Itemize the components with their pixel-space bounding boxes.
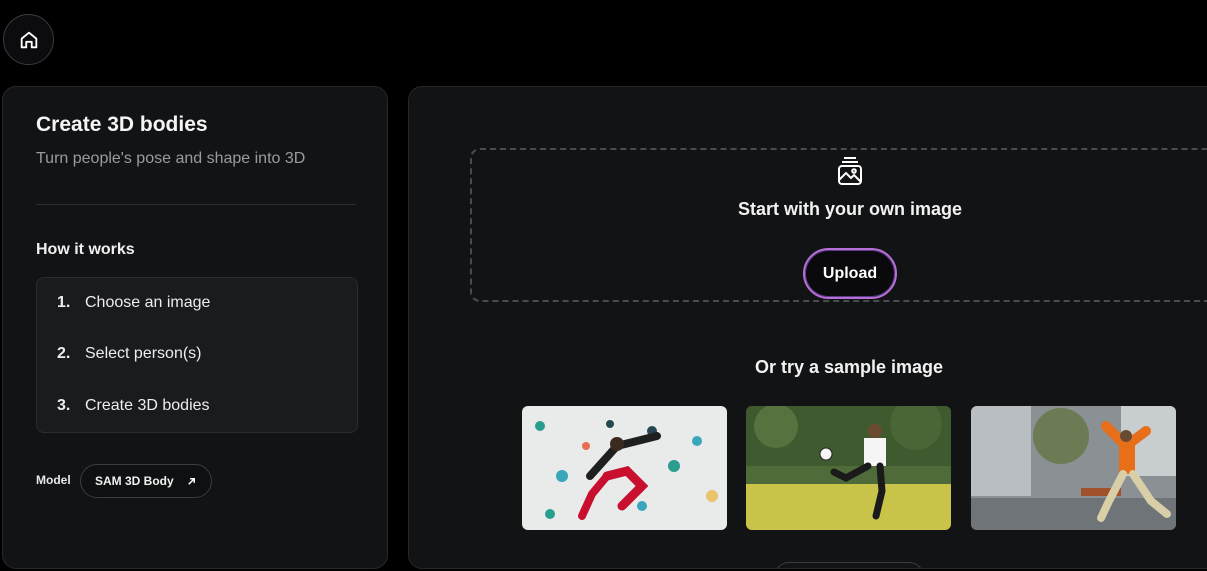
step-number: 3. (57, 397, 71, 414)
sample-heading: Or try a sample image (754, 357, 944, 377)
step-item: 2. Select person(s) (57, 345, 202, 363)
step-label: Select person(s) (85, 345, 202, 362)
image-dropzone[interactable]: Start with your own image Upload (470, 148, 1207, 302)
model-label: Model (36, 473, 71, 487)
panel-subtitle: Turn people's pose and shape into 3D (36, 150, 306, 167)
arrow-up-right-icon (187, 477, 195, 485)
step-number: 1. (57, 294, 71, 311)
image-icon (838, 157, 862, 185)
home-button[interactable] (3, 14, 54, 65)
divider (36, 204, 356, 205)
street-dance-sample[interactable] (971, 406, 1176, 530)
right-panel: Start with your own image Upload Or try … (408, 86, 1207, 569)
model-name: SAM 3D Body (95, 474, 174, 488)
panel-title: Create 3D bodies (36, 113, 208, 136)
step-number: 2. (57, 345, 71, 362)
more-samples-button[interactable] (774, 562, 924, 568)
steps-list: 1. Choose an image 2. Select person(s) 3… (36, 277, 358, 433)
model-link-button[interactable]: SAM 3D Body (80, 464, 212, 498)
upload-button[interactable]: Upload (803, 248, 897, 299)
how-it-works-heading: How it works (36, 241, 135, 258)
step-item: 1. Choose an image (57, 294, 210, 312)
step-label: Create 3D bodies (85, 397, 210, 414)
left-panel: Create 3D bodies Turn people's pose and … (2, 86, 388, 569)
soccer-kick-sample[interactable] (746, 406, 951, 530)
dropzone-title: Start with your own image (737, 199, 963, 219)
step-label: Choose an image (85, 294, 211, 311)
step-item: 3. Create 3D bodies (57, 397, 210, 415)
home-icon (20, 31, 37, 48)
climbing-wall-sample[interactable] (522, 406, 727, 530)
